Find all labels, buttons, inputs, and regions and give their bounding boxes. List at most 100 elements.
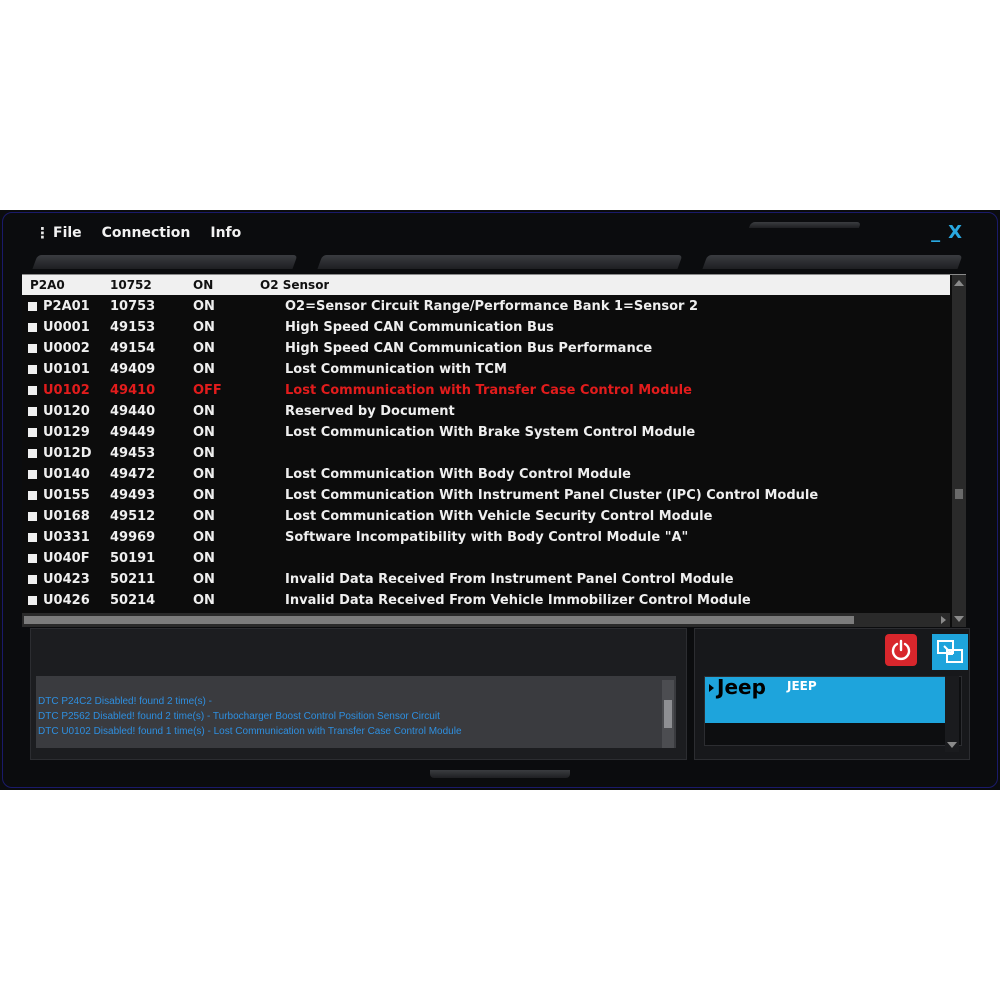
decor-tab-left — [32, 255, 298, 269]
table-row[interactable]: U0101 49409 ON Lost Communication with TCM — [22, 359, 950, 380]
dtc-state: ON — [193, 299, 215, 314]
dtc-code: U0140 — [43, 467, 90, 482]
row-checkbox[interactable] — [28, 365, 37, 374]
header-code: P2A0 — [30, 278, 65, 292]
scroll-up-icon[interactable] — [954, 280, 964, 286]
scroll-thumb[interactable] — [955, 489, 963, 499]
table-row[interactable]: U0129 49449 ON Lost Communication With Brak… — [22, 422, 950, 443]
dtc-number: 49472 — [110, 467, 156, 482]
vehicle-list-scrollbar[interactable] — [945, 676, 959, 752]
dtc-description: Lost Communication With Brake System Con… — [285, 425, 696, 440]
row-checkbox[interactable] — [28, 575, 37, 584]
table-row[interactable]: U0426 50214 ON Invalid Data Received From V… — [22, 590, 950, 611]
scroll-right-icon[interactable] — [941, 616, 946, 624]
dtc-description: High Speed CAN Communication Bus Perform… — [285, 341, 653, 356]
window-controls: _ X — [931, 222, 962, 243]
dtc-number: 49493 — [110, 488, 156, 503]
table-header-row[interactable]: P2A0 10752 ON O2 Sensor — [22, 275, 950, 295]
row-checkbox[interactable] — [28, 386, 37, 395]
row-checkbox[interactable] — [28, 323, 37, 332]
dtc-state: ON — [193, 509, 215, 524]
dtc-description: Lost Communication With Vehicle Security… — [285, 509, 713, 524]
dtc-number: 49409 — [110, 362, 156, 377]
log-scrollbar[interactable] — [662, 680, 674, 748]
power-icon — [891, 639, 911, 661]
expand-arrow-icon[interactable] — [709, 684, 714, 692]
vehicle-item[interactable]: Jeep JEEP — [705, 675, 946, 723]
decor-tab-mid — [317, 255, 683, 269]
dtc-code: U0102 — [43, 383, 90, 398]
row-checkbox[interactable] — [28, 449, 37, 458]
dtc-state: ON — [193, 551, 215, 566]
dtc-state: ON — [193, 320, 215, 335]
close-button[interactable]: X — [948, 222, 962, 243]
dtc-number: 49153 — [110, 320, 156, 335]
dtc-code: U0168 — [43, 509, 90, 524]
row-checkbox[interactable] — [28, 491, 37, 500]
table-row[interactable]: U0001 49153 ON High Speed CAN Communication… — [22, 317, 950, 338]
row-checkbox[interactable] — [28, 512, 37, 521]
power-button[interactable] — [885, 634, 917, 666]
vehicle-brand: Jeep — [717, 675, 766, 699]
menu-file[interactable]: File — [53, 225, 82, 241]
dtc-code: U0129 — [43, 425, 90, 440]
log-line: DTC P2562 Disabled! found 2 time(s) - Tu… — [38, 711, 440, 722]
minimize-button[interactable]: _ — [931, 222, 940, 243]
hscroll-thumb[interactable] — [24, 616, 854, 624]
window-switch-icon — [937, 640, 963, 663]
dtc-number: 49512 — [110, 509, 156, 524]
table-row[interactable]: U0140 49472 ON Lost Communication With Body… — [22, 464, 950, 485]
dtc-description: Lost Communication With Instrument Panel… — [285, 488, 819, 503]
dtc-state: ON — [193, 404, 215, 419]
scroll-down-icon[interactable] — [954, 616, 964, 622]
row-checkbox[interactable] — [28, 596, 37, 605]
menu-connection[interactable]: Connection — [102, 225, 191, 241]
dtc-state: ON — [193, 341, 215, 356]
row-checkbox[interactable] — [28, 344, 37, 353]
app-window: ⋮ File Connection Info _ X P2A0 10752 ON… — [0, 210, 1000, 790]
scroll-down-icon[interactable] — [947, 742, 957, 748]
table-row[interactable]: U0120 49440 ON Reserved by Document — [22, 401, 950, 422]
dtc-description: Invalid Data Received From Vehicle Immob… — [285, 593, 751, 608]
dtc-state: ON — [193, 572, 215, 587]
menu-bar: ⋮ File Connection Info — [35, 222, 261, 244]
row-checkbox[interactable] — [28, 428, 37, 437]
table-row[interactable]: U040F 50191 ON — [22, 548, 950, 569]
switch-window-button[interactable] — [932, 634, 968, 670]
table-vertical-scrollbar[interactable] — [952, 275, 966, 627]
dtc-code: U0426 — [43, 593, 90, 608]
table-row[interactable]: U0002 49154 ON High Speed CAN Communication… — [22, 338, 950, 359]
table-body: P2A01 10753 ON O2=Sensor Circuit Range/Perf… — [22, 296, 950, 611]
row-checkbox[interactable] — [28, 302, 37, 311]
dtc-state: ON — [193, 467, 215, 482]
table-row[interactable]: P2A01 10753 ON O2=Sensor Circuit Range/Perf… — [22, 296, 950, 317]
table-row[interactable]: U0168 49512 ON Lost Communication With Vehi… — [22, 506, 950, 527]
dtc-code: U040F — [43, 551, 90, 566]
table-row[interactable]: U012D 49453 ON — [22, 443, 950, 464]
dtc-state: ON — [193, 362, 215, 377]
vehicle-model: JEEP — [787, 679, 817, 693]
dtc-description: Invalid Data Received From Instrument Pa… — [285, 572, 734, 587]
dtc-state: OFF — [193, 383, 222, 398]
dtc-code: U0331 — [43, 530, 90, 545]
decor-tab-right — [702, 255, 963, 269]
row-checkbox[interactable] — [28, 470, 37, 479]
table-row[interactable]: U0155 49493 ON Lost Communication With Inst… — [22, 485, 950, 506]
table-row[interactable]: U0102 49410 OFF Lost Communication with Tra… — [22, 380, 950, 401]
row-checkbox[interactable] — [28, 554, 37, 563]
dtc-code: U0101 — [43, 362, 90, 377]
dtc-code: P2A01 — [43, 299, 90, 314]
table-horizontal-scrollbar[interactable] — [22, 613, 950, 627]
table-row[interactable]: U0331 49969 ON Software Incompatibility wit… — [22, 527, 950, 548]
row-checkbox[interactable] — [28, 407, 37, 416]
dtc-code: U0423 — [43, 572, 90, 587]
vertical-dots-icon[interactable]: ⋮ — [35, 224, 50, 242]
log-scroll-thumb[interactable] — [664, 700, 672, 728]
log-output[interactable]: DTC P24C2 Disabled! found 2 time(s) - DT… — [36, 676, 676, 748]
dtc-number: 50191 — [110, 551, 156, 566]
menu-info[interactable]: Info — [210, 225, 241, 241]
table-row[interactable]: U0423 50211 ON Invalid Data Received From I… — [22, 569, 950, 590]
dtc-description: Reserved by Document — [285, 404, 455, 419]
dtc-number: 50214 — [110, 593, 156, 608]
row-checkbox[interactable] — [28, 533, 37, 542]
